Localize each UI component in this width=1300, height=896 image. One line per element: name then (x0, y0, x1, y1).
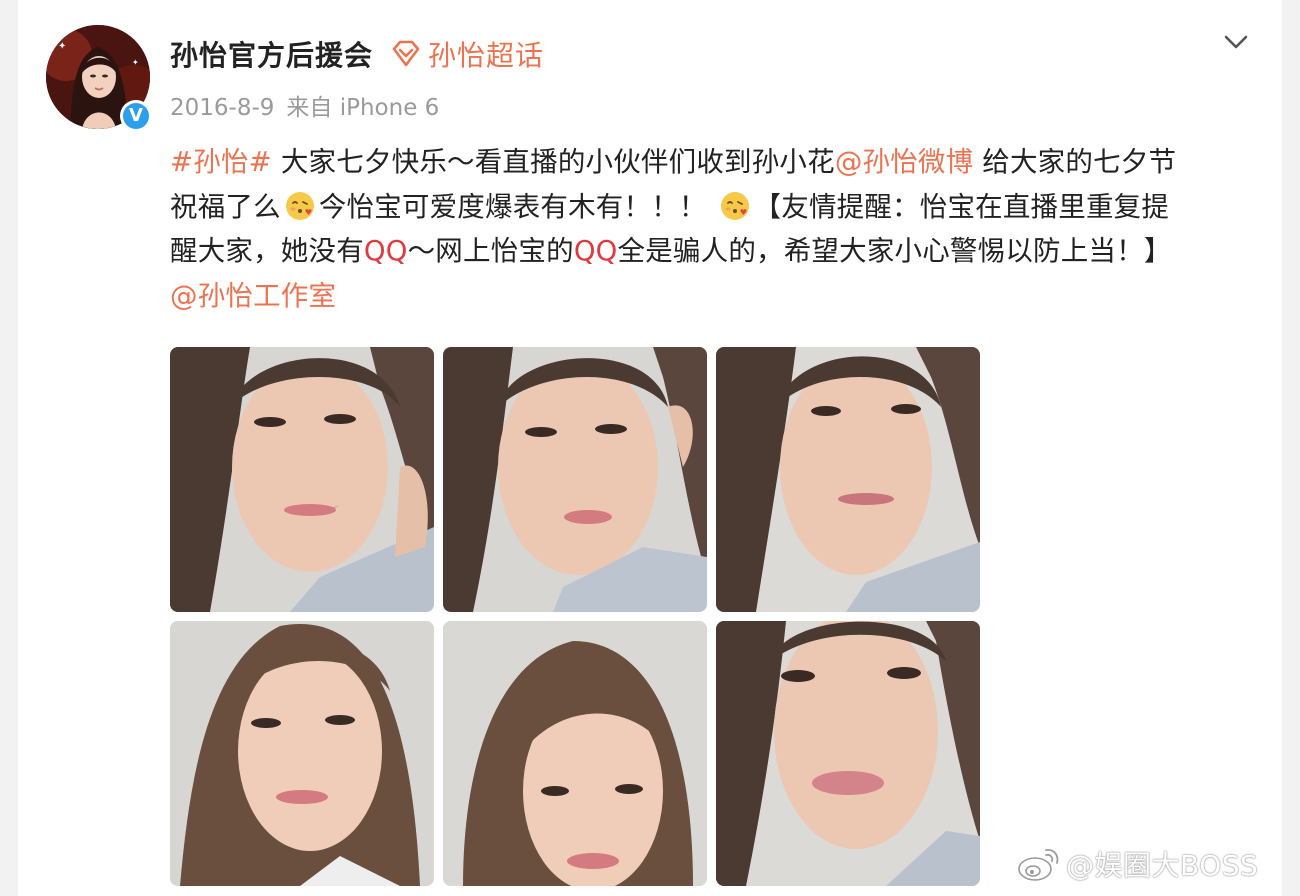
content-line-3: 醒大家，她没有QQ～网上怡宝的QQ全是骗人的，希望大家小心警惕以防上当！】 (170, 229, 1245, 274)
post-content: #孙怡# 大家七夕快乐～看直播的小伙伴们收到孙小花@孙怡微博 给大家的七夕节 祝… (170, 140, 1245, 318)
photo-grid (170, 347, 982, 896)
super-topic-link[interactable]: 孙怡超话 (388, 34, 544, 74)
post-meta: 2016-8-9 来自 iPhone 6 (170, 88, 439, 122)
svg-text:✦: ✦ (132, 58, 139, 67)
content-line-4: @孙怡工作室 (170, 274, 1245, 319)
verified-badge: V (120, 100, 152, 132)
content-text: 醒大家，她没有 (170, 235, 364, 267)
content-text: ～网上怡宝的 (407, 235, 574, 267)
mention-link[interactable]: @孙怡工作室 (170, 280, 336, 312)
blowing-kiss-emoji (285, 191, 314, 220)
photo-thumbnail[interactable] (716, 621, 980, 886)
blowing-kiss-emoji (720, 191, 749, 220)
svg-text:✦: ✦ (58, 41, 66, 52)
diamond-icon (392, 40, 420, 67)
content-text: 大家七夕快乐～看直播的小伙伴们收到孙小花 (271, 146, 835, 178)
weibo-logo-icon (1018, 849, 1059, 881)
author-name[interactable]: 孙怡官方后援会 (170, 34, 373, 74)
mention-link[interactable]: @孙怡微博 (835, 146, 974, 178)
photo-thumbnail[interactable] (170, 347, 434, 612)
watermark: @娱圈大BOSS (1016, 842, 1258, 886)
content-line-1: #孙怡# 大家七夕快乐～看直播的小伙伴们收到孙小花@孙怡微博 给大家的七夕节 (170, 140, 1245, 185)
weibo-post-page: ✦ ✦ V 孙怡官方后援会 孙怡超话 2016-8-9 来自 iPhone 6 #… (0, 0, 1300, 896)
super-topic-label: 孙怡超话 (428, 39, 545, 72)
content-text: 给大家的七夕节 (973, 146, 1177, 178)
content-text: 全是骗人的，希望大家小心警惕以防上当！】 (617, 235, 1172, 267)
watermark-text: @娱圈大BOSS (1066, 849, 1259, 882)
post-source[interactable]: 来自 iPhone 6 (286, 95, 439, 121)
photo-thumbnail[interactable] (170, 621, 434, 886)
chevron-down-icon[interactable] (1222, 28, 1250, 56)
hashtag-link[interactable]: #孙怡# (170, 146, 272, 178)
photo-thumbnail[interactable] (443, 347, 707, 612)
verified-v-icon: V (123, 103, 149, 129)
post-date: 2016-8-9 (170, 95, 275, 121)
content-line-2: 祝福了么 今怡宝可爱度爆表有木有！！！ 【友情提醒：怡宝在直播里重复提 (170, 185, 1245, 230)
photo-thumbnail[interactable] (443, 621, 707, 886)
content-text: 【友情提醒：怡宝在直播里重复提 (753, 190, 1170, 223)
content-text: 今怡宝可爱度爆表有木有！！！ (318, 190, 716, 223)
qq-text: QQ (573, 235, 618, 267)
qq-text: QQ (363, 235, 408, 267)
photo-thumbnail[interactable] (716, 347, 980, 612)
content-text: 祝福了么 (170, 190, 281, 223)
